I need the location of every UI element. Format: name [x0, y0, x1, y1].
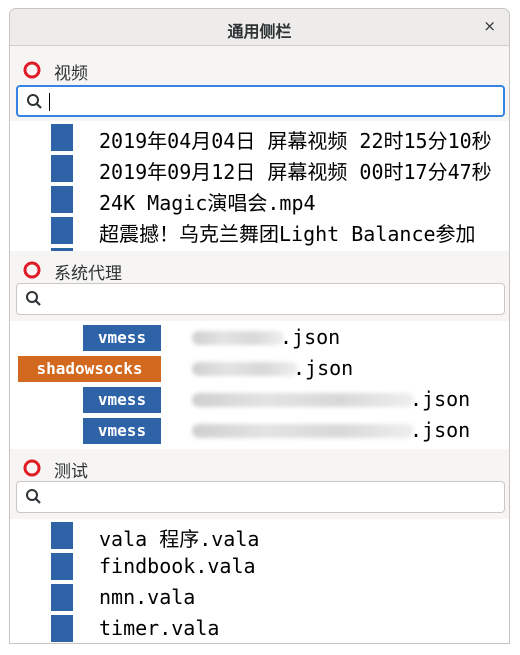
protocol-badge: shadowsocks [18, 356, 161, 382]
sidebar-window: 通用侧栏 × 视频 2019年04月04日 屏幕视频 22时15分10秒 201… [9, 8, 510, 644]
list-item[interactable]: findbook.vala [10, 550, 509, 581]
search-input[interactable] [16, 85, 505, 117]
item-label: findbook.vala [99, 554, 256, 578]
file-extension: .json [410, 418, 471, 442]
section-header[interactable]: 测试 [10, 455, 509, 482]
search-input[interactable] [16, 283, 505, 315]
file-extension: .json [293, 356, 354, 380]
close-icon[interactable]: × [483, 17, 496, 35]
section-header[interactable]: 系统代理 [10, 257, 509, 284]
list-item[interactable]: shadowsocks .json [10, 352, 509, 383]
section-header[interactable]: 视频 [10, 57, 509, 84]
section-title: 测试 [54, 462, 88, 482]
search-icon [26, 291, 41, 306]
item-label: 2019年09月12日 屏幕视频 00时17分47秒 [99, 160, 492, 184]
item-label: vala 程序.vala [99, 527, 260, 551]
list-item[interactable]: vala 程序.vala [10, 519, 509, 551]
list-item[interactable]: nmn.vala [10, 581, 509, 612]
protocol-badge: vmess [83, 387, 161, 413]
item-label: nmn.vala [99, 585, 196, 609]
section-title: 系统代理 [54, 264, 122, 284]
search-icon [26, 489, 41, 504]
file-icon [51, 155, 73, 182]
section-title: 视频 [54, 64, 88, 84]
search-input[interactable] [16, 481, 505, 513]
search-icon [27, 94, 42, 109]
file-extension: .json [410, 387, 471, 411]
file-list: 2019年04月04日 屏幕视频 22时15分10秒 2019年09月12日 屏… [10, 121, 509, 251]
redacted-name [192, 331, 284, 345]
list-item[interactable]: 2019年04月04日 屏幕视频 22时15分10秒 [10, 121, 509, 153]
ring-red-icon [23, 261, 41, 279]
file-icon-partial [51, 248, 73, 251]
ring-red-icon [23, 61, 41, 79]
text-caret [49, 93, 50, 111]
item-label: 超震撼！乌克兰舞团Light Balance参加 [99, 222, 476, 246]
item-label: 24K Magic演唱会.mp4 [99, 191, 316, 215]
section-proxy: 系统代理 vmess .json shadowsocks .json vmess… [10, 253, 509, 449]
redacted-name [192, 393, 414, 407]
file-icon [51, 522, 73, 549]
redacted-name [192, 362, 298, 376]
window-title: 通用侧栏 [227, 22, 292, 41]
list-item[interactable]: 2019年09月12日 屏幕视频 00时17分47秒 [10, 152, 509, 184]
section-test: 测试 vala 程序.vala findbook.vala nmn.vala t… [10, 451, 509, 643]
file-icon [51, 124, 73, 151]
file-icon [51, 615, 73, 642]
list-item[interactable]: vmess .json [10, 383, 509, 414]
file-icon [51, 217, 73, 244]
item-label: 2019年04月04日 屏幕视频 22时15分10秒 [99, 129, 492, 153]
list-item[interactable]: timer.vala [10, 612, 509, 643]
list-item[interactable]: 24K Magic演唱会.mp4 [10, 183, 509, 215]
protocol-badge: vmess [83, 418, 161, 444]
section-video: 视频 2019年04月04日 屏幕视频 22时15分10秒 2019年09月12… [10, 53, 509, 251]
title-bar[interactable]: 通用侧栏 × [10, 9, 509, 46]
file-icon [51, 584, 73, 611]
file-extension: .json [280, 325, 341, 349]
list-item[interactable]: vmess .json [10, 321, 509, 352]
file-list: vala 程序.vala findbook.vala nmn.vala time… [10, 519, 509, 643]
file-icon [51, 186, 73, 213]
protocol-badge: vmess [83, 325, 161, 351]
ring-red-icon [23, 459, 41, 477]
list-item[interactable]: vmess .json [10, 414, 509, 445]
redacted-name [192, 424, 414, 438]
proxy-list: vmess .json shadowsocks .json vmess .jso… [10, 321, 509, 449]
file-icon [51, 553, 73, 580]
item-label: timer.vala [99, 616, 220, 640]
list-item[interactable]: 超震撼！乌克兰舞团Light Balance参加 [10, 214, 509, 246]
